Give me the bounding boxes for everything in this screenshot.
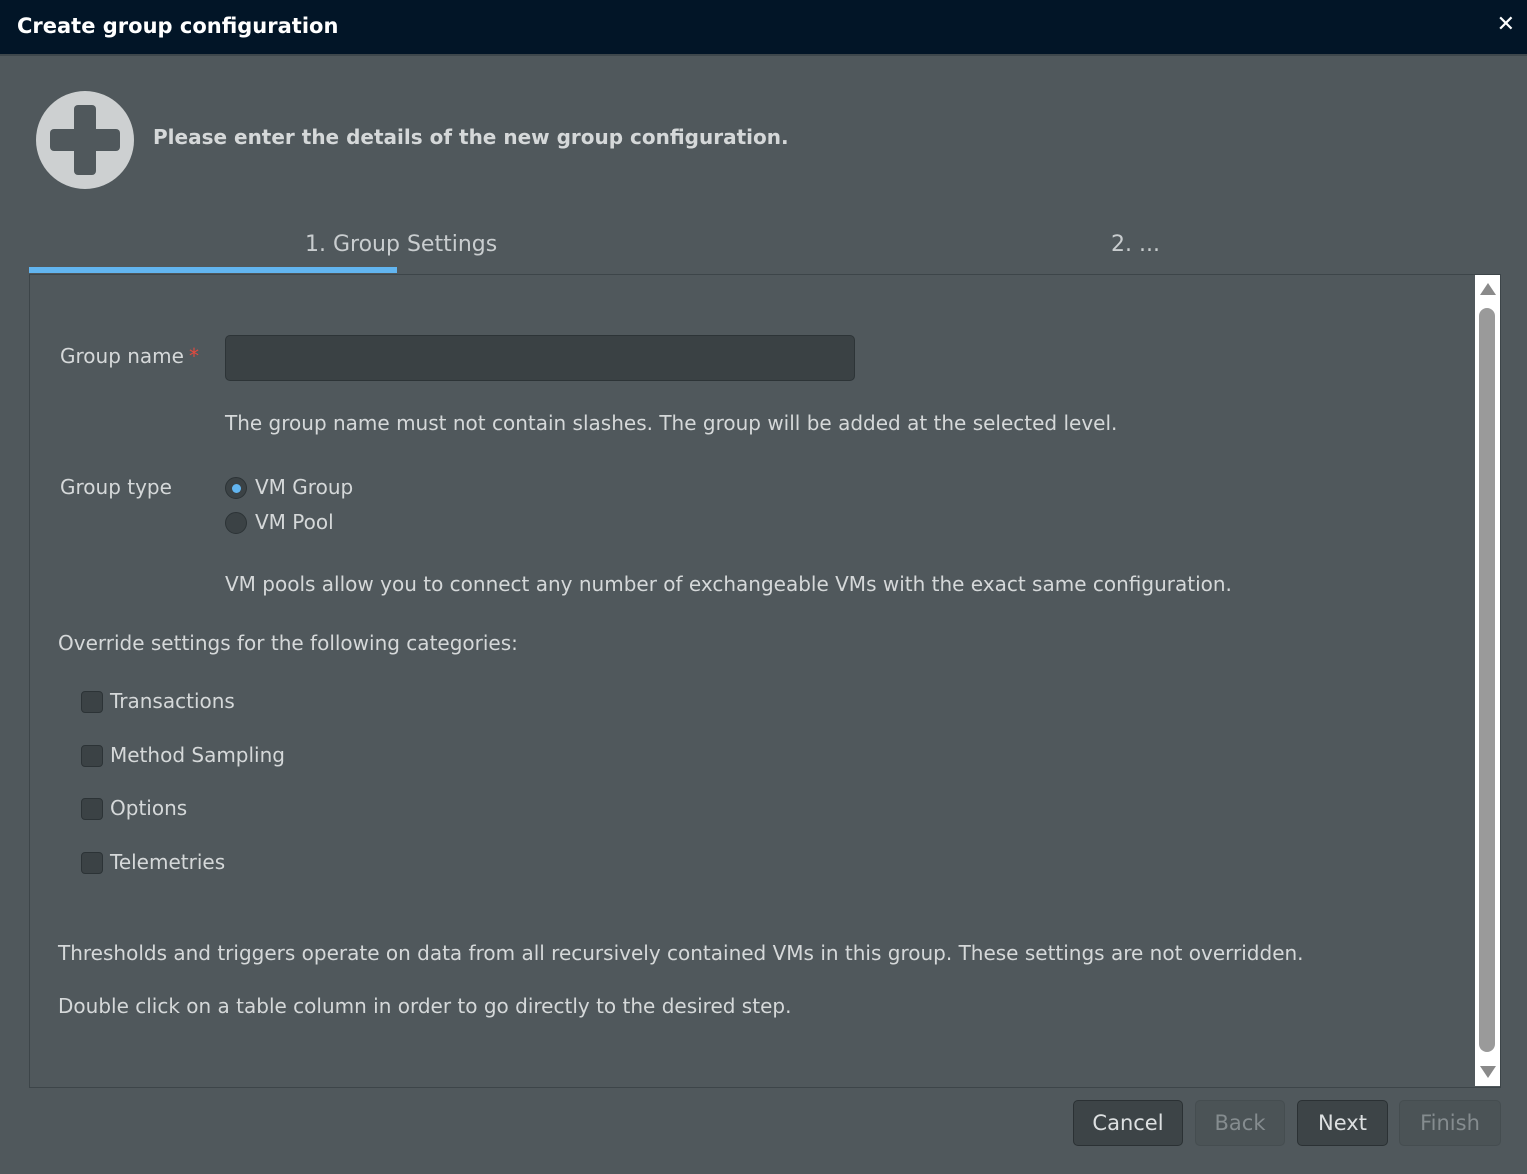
title-bar: Create group configuration ✕	[0, 0, 1527, 56]
radio-vm-pool[interactable]	[225, 512, 247, 534]
group-name-hint: The group name must not contain slashes.…	[225, 411, 1118, 435]
checkbox-options-label[interactable]: Options	[110, 796, 187, 820]
window-title: Create group configuration	[17, 14, 339, 38]
group-type-hint: VM pools allow you to connect any number…	[225, 572, 1232, 596]
cancel-button[interactable]: Cancel	[1073, 1100, 1183, 1146]
next-button[interactable]: Next	[1297, 1100, 1388, 1146]
checkbox-method-sampling-label[interactable]: Method Sampling	[110, 743, 285, 767]
checkbox-telemetries[interactable]	[81, 852, 103, 874]
group-name-input[interactable]	[225, 335, 855, 381]
checkbox-method-sampling[interactable]	[81, 745, 103, 767]
radio-vm-pool-label[interactable]: VM Pool	[255, 510, 334, 534]
group-type-label: Group type	[60, 475, 172, 499]
tab-step-2[interactable]: 2. ...	[1111, 232, 1160, 257]
radio-vm-group[interactable]	[225, 477, 247, 499]
vertical-scrollbar[interactable]	[1475, 275, 1500, 1086]
back-button[interactable]: Back	[1195, 1100, 1285, 1146]
checkbox-transactions-label[interactable]: Transactions	[110, 689, 235, 713]
checkbox-transactions[interactable]	[81, 691, 103, 713]
checkbox-telemetries-label[interactable]: Telemetries	[110, 850, 225, 874]
radio-vm-group-label[interactable]: VM Group	[255, 475, 353, 499]
double-click-note: Double click on a table column in order …	[58, 994, 792, 1018]
scrollbar-thumb[interactable]	[1479, 308, 1495, 1052]
scroll-down-icon[interactable]	[1480, 1066, 1496, 1078]
checkbox-options[interactable]	[81, 798, 103, 820]
tab-group-settings[interactable]: 1. Group Settings	[305, 232, 497, 257]
required-indicator: *	[188, 344, 199, 368]
override-label: Override settings for the following cate…	[58, 631, 518, 655]
header-text: Please enter the details of the new grou…	[153, 125, 789, 149]
thresholds-note: Thresholds and triggers operate on data …	[58, 941, 1304, 965]
close-icon[interactable]: ✕	[1497, 12, 1515, 37]
active-tab-indicator	[29, 267, 397, 273]
finish-button[interactable]: Finish	[1399, 1100, 1501, 1146]
scroll-up-icon[interactable]	[1480, 283, 1496, 295]
content-panel	[29, 274, 1501, 1088]
plus-circle-icon	[36, 91, 134, 189]
group-name-label: Group name *	[60, 344, 199, 368]
